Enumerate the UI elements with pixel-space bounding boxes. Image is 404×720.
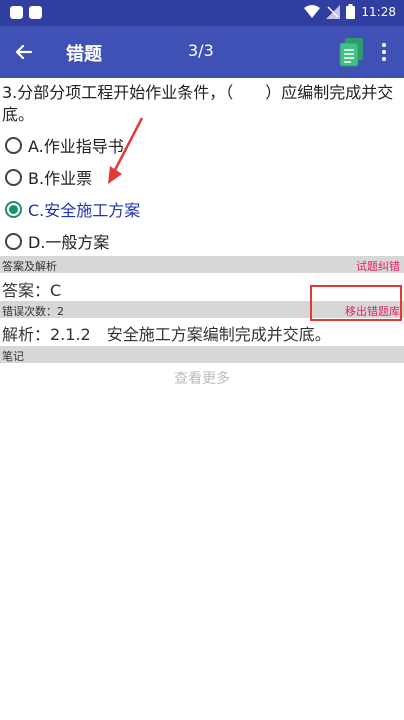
- page-title: 错题: [66, 44, 102, 65]
- option-d[interactable]: D.一般方案: [5, 229, 109, 253]
- section-title: 笔记: [2, 350, 24, 363]
- see-more-link[interactable]: 查看更多: [0, 368, 404, 388]
- signal-icon: [326, 4, 341, 19]
- answer-section-header: 答案及解析 试题纠错: [0, 256, 404, 273]
- status-bar: 11:28: [0, 0, 404, 26]
- option-label: B.作业票: [28, 169, 93, 188]
- wifi-icon: [304, 4, 321, 18]
- status-time: 11:28: [361, 4, 396, 19]
- wrong-count: 错误次数：2: [2, 305, 64, 318]
- option-label: D.一般方案: [28, 233, 110, 252]
- notes-section-header: 笔记: [0, 346, 404, 363]
- radio-checked-icon[interactable]: [5, 200, 22, 218]
- back-button[interactable]: [10, 38, 38, 66]
- option-label: C.安全施工方案: [28, 201, 141, 220]
- report-error-link[interactable]: 试题纠错: [356, 258, 400, 274]
- battery-icon: [346, 4, 356, 19]
- question-pager: 3/3: [188, 41, 214, 60]
- radio-unchecked-icon[interactable]: [5, 232, 22, 250]
- answer-text: 答案：C: [2, 281, 62, 300]
- document-icon: [339, 38, 363, 67]
- notification-icon: [10, 6, 23, 19]
- notification-icons: [10, 6, 42, 19]
- more-vertical-icon[interactable]: [374, 38, 394, 66]
- question-text: 3.分部分项工程开始作业条件，（ ）应编制完成并交底。: [2, 83, 394, 124]
- option-c[interactable]: C.安全施工方案: [5, 197, 140, 221]
- analysis-text: 解析：2.1.2 安全施工方案编制完成并交底。: [2, 325, 331, 344]
- annotation-arrow-icon: [108, 117, 144, 184]
- radio-unchecked-icon[interactable]: [5, 168, 22, 186]
- answer-sheet-button[interactable]: [338, 37, 366, 67]
- option-b[interactable]: B.作业票: [5, 165, 92, 189]
- annotation-highlight-box: [310, 285, 402, 321]
- app-bar: 错题 3/3: [0, 26, 404, 78]
- back-arrow-icon: [15, 44, 33, 60]
- radio-unchecked-icon[interactable]: [5, 136, 22, 154]
- notification-icon: [29, 6, 42, 19]
- section-title: 答案及解析: [2, 260, 57, 273]
- system-icons: 11:28: [304, 4, 396, 19]
